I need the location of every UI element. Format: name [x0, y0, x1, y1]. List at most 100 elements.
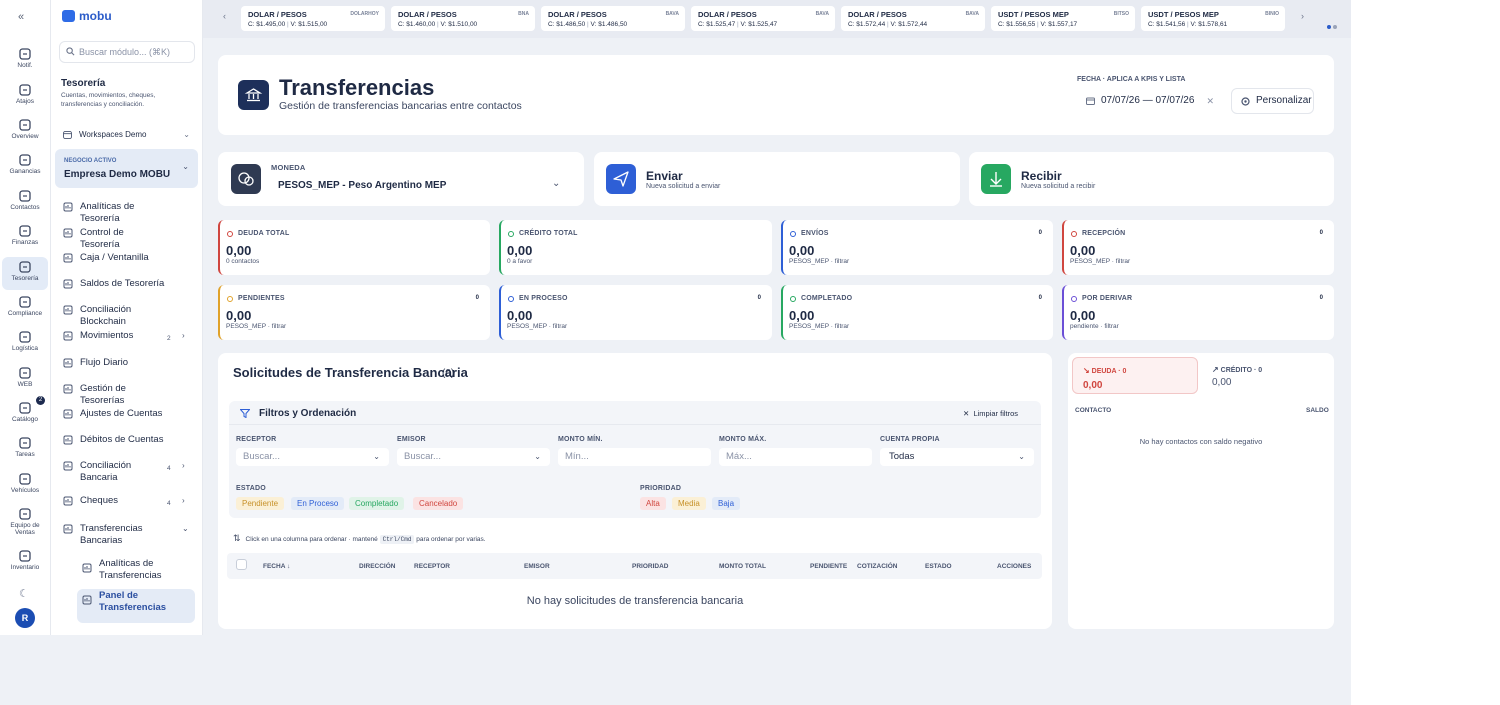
kpi-credito-total[interactable]: CRÉDITO TOTAL 0,00 0 a favor [499, 220, 772, 275]
kpi-indicator-icon [227, 296, 233, 302]
column-header-acciones[interactable]: ACCIONES [997, 563, 1031, 570]
sidebar-item-label: Control de Tesorería [80, 227, 124, 250]
sidebar-item-transferencias-bancarias[interactable]: Transferencias Bancarias ⌄ [59, 523, 197, 547]
status-chip-cancelled[interactable]: Cancelado [413, 497, 464, 510]
rail-item-finanzas[interactable]: Finanzas [2, 221, 48, 254]
rail-item-tesoreria[interactable]: Tesorería [2, 257, 48, 290]
kpi-en-proceso[interactable]: EN PROCESO 0,00 PESOS_MEP · filtrar 0 [499, 285, 772, 340]
sidebar-item-ajustes-de-cuentas[interactable]: Ajustes de Cuentas [59, 408, 197, 432]
sidebar-subitem-panel-de-transferencias[interactable]: Panel de Transferencias [77, 589, 195, 623]
sidebar-item-conciliacion-bancaria[interactable]: Conciliación Bancaria 4 › [59, 460, 197, 484]
sidebar-item-caja-ventanilla[interactable]: Caja / Ventanilla [59, 252, 197, 276]
kpi-deuda-total[interactable]: DEUDA TOTAL 0,00 0 contactos [218, 220, 490, 275]
rail-item-catalogo[interactable]: Catálogo 2 [2, 396, 48, 431]
search-input[interactable]: Buscar módulo... (⌘K) [59, 41, 195, 63]
kpi-completado[interactable]: COMPLETADO 0,00 PESOS_MEP · filtrar 0 [781, 285, 1053, 340]
ticker-next-icon[interactable]: › [1301, 11, 1304, 21]
sidebar-item-control-de-tesoreria[interactable]: Control de Tesorería [59, 227, 197, 251]
sidebar-item-movimientos[interactable]: Movimientos 2 › [59, 330, 197, 354]
sidebar-item-icon [63, 358, 73, 368]
send-action-card[interactable]: Enviar Nueva solicitud a enviar [594, 152, 960, 206]
min-amount-input[interactable]: Mín... [558, 448, 711, 466]
column-header-direccion[interactable]: DIRECCIÓN [359, 563, 395, 570]
ticker-card[interactable]: DOLAR / PESOS DOLARHOY C: $1.495,00 | V: $… [241, 6, 385, 31]
ticker-card[interactable]: USDT / PESOS MEP BINIO C: $1.541,56 | V: $… [1141, 6, 1285, 31]
ticker-card[interactable]: DOLAR / PESOS BAVA C: $1.525,47 | V: $1.52… [691, 6, 835, 31]
clear-date-icon[interactable]: ✕ [1206, 92, 1214, 110]
column-header-receptor[interactable]: RECEPTOR [414, 563, 450, 570]
rail-item-compliance[interactable]: Compliance [2, 292, 48, 325]
rail-item-web[interactable]: WEB [2, 363, 48, 396]
rail-item-atajos[interactable]: Atajos [2, 80, 48, 113]
sidebar-item-cheques[interactable]: Cheques 4 › [59, 495, 197, 519]
column-header-monto-total[interactable]: MONTO TOTAL [719, 563, 766, 570]
priority-chip-high[interactable]: Alta [640, 497, 666, 510]
debt-tab[interactable]: ↘ DEUDA · 0 0,00 [1072, 357, 1198, 394]
kpi-envios[interactable]: ENVÍOS 0,00 PESOS_MEP · filtrar 0 [781, 220, 1053, 275]
sidebar-item-conciliacion-blockchain[interactable]: Conciliación Blockchain [59, 304, 197, 328]
rail-item-tareas[interactable]: Tareas [2, 433, 48, 466]
column-header-prioridad[interactable]: PRIORIDAD [632, 563, 668, 570]
ticker-card[interactable]: DOLAR / PESOS BNA C: $1.460,00 | V: $1.510… [391, 6, 535, 31]
rail-item-equipo-de-ventas[interactable]: Equipo de Ventas [2, 504, 48, 537]
kpi-por-derivar[interactable]: POR DERIVAR 0,00 pendiente · filtrar 0 [1062, 285, 1334, 340]
debt-label: ↘ DEUDA · 0 [1083, 366, 1127, 375]
column-header-estado[interactable]: ESTADO [925, 563, 952, 570]
kpi-indicator-icon [508, 231, 514, 237]
kpi-recepcion[interactable]: RECEPCIÓN 0,00 PESOS_MEP · filtrar 0 [1062, 220, 1334, 275]
active-business-selector[interactable]: NEGOCIO ACTIVO Empresa Demo MOBU ⌄ [55, 149, 198, 188]
sidebar-item-flujo-diario[interactable]: Flujo Diario [59, 357, 197, 381]
currency-selector-card[interactable]: MONEDA PESOS_MEP - Peso Argentino MEP ⌄ [218, 152, 584, 206]
column-header-pendiente[interactable]: PENDIENTE [810, 563, 847, 570]
kpi-pendientes[interactable]: PENDIENTES 0,00 PESOS_MEP · filtrar 0 [218, 285, 490, 340]
status-chip-pending[interactable]: Pendiente [236, 497, 285, 510]
receive-action-card[interactable]: Recibir Nueva solicitud a recibir [969, 152, 1334, 206]
column-header-emisor[interactable]: EMISOR [524, 563, 550, 570]
calendar-icon [1086, 97, 1095, 105]
sidebar-subitem-analiticas-de-transferencias[interactable]: Analíticas de Transferencias [77, 557, 195, 591]
column-header-fecha[interactable]: FECHA ↓ [263, 563, 290, 570]
avatar[interactable]: R [15, 608, 35, 628]
rail-item-logistica[interactable]: Logística [2, 327, 48, 360]
rail-item-contactos[interactable]: Contactos [2, 186, 48, 219]
kpi-indicator-icon [790, 296, 796, 302]
contact-column-header[interactable]: CONTACTO [1075, 407, 1111, 414]
sidebar-item-debitos-de-cuentas[interactable]: Débitos de Cuentas [59, 434, 197, 458]
chevron-right-icon: › [182, 496, 185, 505]
sidebar-item-icon [63, 461, 73, 471]
sidebar-item-saldos-de-tesoreria[interactable]: Saldos de Tesorería [59, 278, 197, 302]
receptor-select[interactable]: Buscar... ⌄ [236, 448, 389, 466]
workspace-selector[interactable]: Workspaces Demo ⌄ [59, 126, 195, 144]
rail-item-notif[interactable]: Notif. [2, 44, 48, 77]
clear-filters-button[interactable]: ✕ Limpiar filtros [963, 409, 1018, 418]
priority-chip-low[interactable]: Baja [712, 497, 741, 510]
theme-toggle-icon[interactable]: ☾ [19, 587, 29, 600]
rail-item-inventario[interactable]: Inventario [2, 546, 48, 579]
balance-column-header[interactable]: SALDO [1306, 407, 1329, 414]
column-header-cotizacion[interactable]: COTIZACIÓN [857, 563, 897, 570]
ticker-prev-icon[interactable]: ‹ [223, 11, 226, 21]
status-chip-in-process[interactable]: En Proceso [291, 497, 345, 510]
ticker-card[interactable]: DOLAR / PESOS BAVA C: $1.572,44 | V: $1.57… [841, 6, 985, 31]
ticker-pager[interactable] [1327, 16, 1339, 34]
ticker-card[interactable]: USDT / PESOS MEP BITSO C: $1.556,55 | V: $… [991, 6, 1135, 31]
ticker-sell: V: $1.557,17 [1040, 21, 1078, 28]
customize-button[interactable]: Personalizar [1231, 88, 1314, 114]
brand-logo[interactable]: mobu [62, 9, 112, 23]
own-account-select[interactable]: Todas ⌄ [880, 448, 1034, 466]
rail-item-vehiculos[interactable]: Vehículos [2, 469, 48, 502]
ticker-card[interactable]: DOLAR / PESOS BAVA C: $1.486,50 | V: $1.48… [541, 6, 685, 31]
emisor-select[interactable]: Buscar... ⌄ [397, 448, 550, 466]
filters-header[interactable]: Filtros y Ordenación ✕ Limpiar filtros [229, 401, 1041, 425]
priority-chip-medium[interactable]: Media [672, 497, 706, 510]
sidebar-item-gestion-de-tesorerias[interactable]: Gestión de Tesorerías [59, 383, 197, 407]
select-all-checkbox[interactable] [236, 559, 247, 570]
emisor-label: EMISOR [397, 436, 426, 443]
status-chip-completed[interactable]: Completado [349, 497, 405, 510]
rail-item-overview[interactable]: Overview [2, 115, 48, 148]
sidebar-item-analiticas-de-tesoreria[interactable]: Analíticas de Tesorería [59, 201, 197, 225]
max-amount-input[interactable]: Máx... [719, 448, 872, 466]
date-range-input[interactable]: 07/07/26 — 07/07/26 ✕ [1084, 92, 1217, 110]
rail-item-ganancias[interactable]: Ganancias [2, 150, 48, 183]
collapse-icon[interactable]: « [18, 11, 24, 23]
